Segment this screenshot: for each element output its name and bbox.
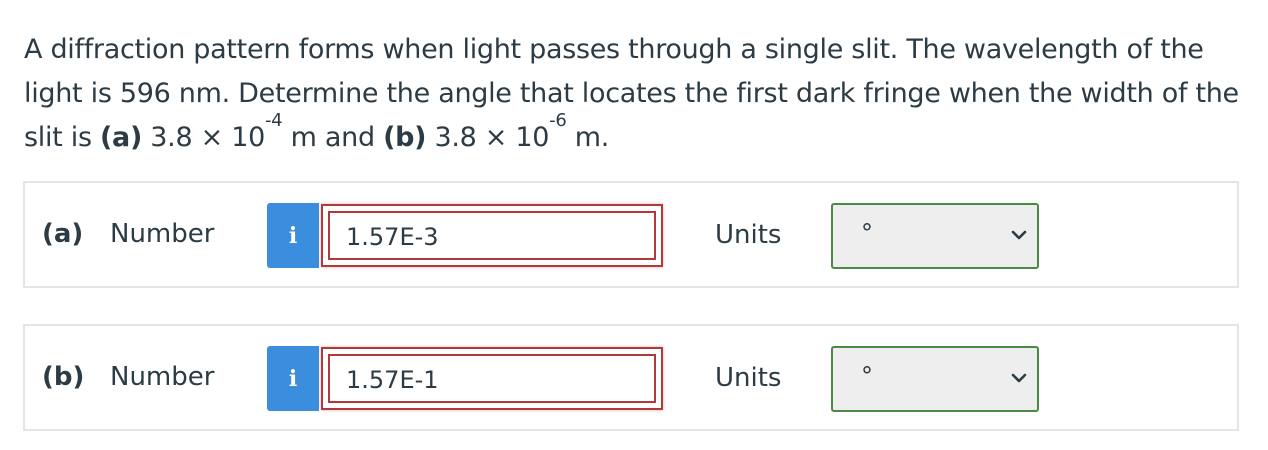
units-select[interactable]: ° — [831, 203, 1039, 269]
part-a-width-unit: m and — [282, 122, 384, 153]
part-b-width-unit: m. — [566, 122, 610, 153]
part-a-ref: (a) — [100, 122, 142, 153]
answer-row-b: (b) Number i 1.57E-1 Units ° — [23, 324, 1239, 431]
info-icon[interactable]: i — [267, 346, 319, 411]
answer-row-a: (a) Number i 1.57E-3 Units ° — [23, 181, 1239, 288]
number-label: Number — [110, 219, 215, 249]
chevron-down-icon — [1011, 373, 1027, 383]
units-label: Units — [715, 220, 782, 250]
units-selected-value: ° — [861, 362, 873, 390]
number-input-value[interactable]: 1.57E-3 — [328, 211, 656, 260]
number-input[interactable]: 1.57E-3 — [321, 204, 663, 267]
chevron-down-icon — [1011, 230, 1027, 240]
number-input-value[interactable]: 1.57E-1 — [328, 354, 656, 403]
part-b-ref: (b) — [383, 122, 427, 153]
part-a-width-base: 3.8 × 10 — [142, 122, 265, 153]
part-label: (b) — [42, 362, 85, 392]
units-label: Units — [715, 363, 782, 393]
question-text: A diffraction pattern forms when light p… — [24, 28, 1239, 160]
info-icon[interactable]: i — [267, 203, 319, 268]
units-select[interactable]: ° — [831, 346, 1039, 412]
part-b-width-exponent: -6 — [549, 110, 567, 131]
part-label: (a) — [42, 219, 84, 249]
part-b-width-base: 3.8 × 10 — [426, 122, 550, 153]
number-input[interactable]: 1.57E-1 — [321, 347, 663, 410]
units-selected-value: ° — [861, 219, 873, 247]
part-a-width-exponent: -4 — [264, 110, 283, 131]
number-label: Number — [110, 362, 215, 392]
